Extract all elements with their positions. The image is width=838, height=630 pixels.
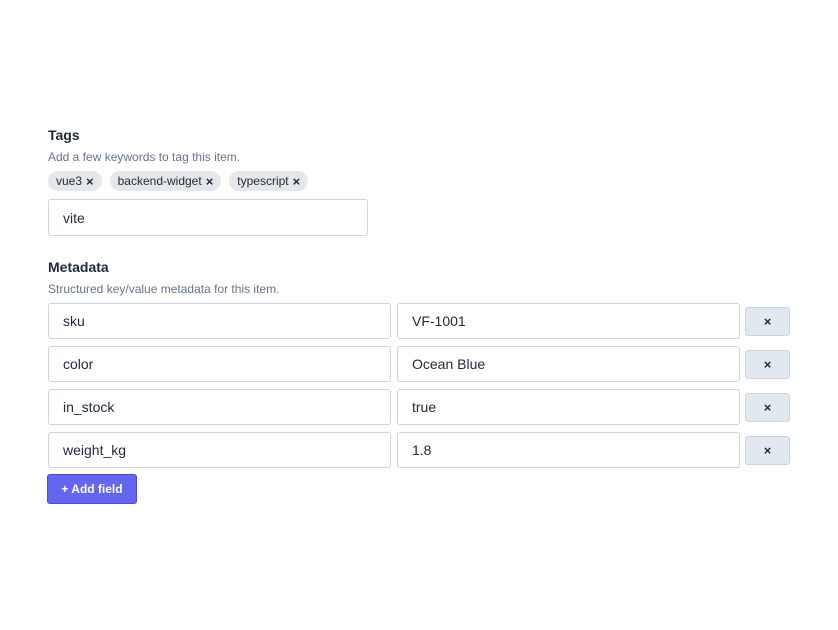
add-field-button[interactable]: + Add field: [47, 474, 137, 504]
tag-label: typescript: [237, 174, 289, 188]
tag-label: backend-widget: [117, 174, 202, 188]
metadata-row: ×: [48, 389, 792, 425]
item-form: Tags Add a few keywords to tag this item…: [47, 126, 792, 504]
tag-list: vue3 × backend-widget × typescript ×: [48, 171, 792, 191]
remove-field-button[interactable]: ×: [745, 306, 790, 336]
metadata-value-input[interactable]: [397, 432, 740, 468]
tag-chip: typescript ×: [229, 171, 309, 191]
metadata-row: ×: [48, 303, 792, 339]
metadata-title: Metadata: [48, 259, 109, 275]
remove-field-button[interactable]: ×: [745, 349, 790, 379]
metadata-key-input[interactable]: [48, 346, 391, 382]
metadata-value-input[interactable]: [397, 389, 740, 425]
tags-help-text: Add a few keywords to tag this item.: [48, 150, 241, 164]
tag-input[interactable]: [48, 199, 368, 236]
remove-field-button[interactable]: ×: [745, 392, 790, 422]
tag-chip: vue3 ×: [48, 171, 102, 191]
metadata-help-text: Structured key/value metadata for this i…: [48, 282, 280, 296]
metadata-value-input[interactable]: [397, 303, 740, 339]
metadata-key-input[interactable]: [48, 389, 391, 425]
metadata-row: ×: [48, 432, 792, 468]
tag-label: vue3: [56, 174, 83, 188]
metadata-section: Metadata Structured key/value metadata f…: [47, 258, 792, 504]
metadata-key-input[interactable]: [48, 432, 391, 468]
metadata-row: ×: [48, 346, 792, 382]
metadata-key-input[interactable]: [48, 303, 391, 339]
tag-remove-close-icon[interactable]: ×: [86, 175, 94, 188]
tag-remove-close-icon[interactable]: ×: [293, 175, 301, 188]
tags-section: Tags Add a few keywords to tag this item…: [48, 126, 792, 236]
remove-field-button[interactable]: ×: [745, 435, 790, 465]
metadata-value-input[interactable]: [397, 346, 740, 382]
tag-chip: backend-widget ×: [109, 171, 222, 191]
metadata-rows: × × × ×: [48, 303, 792, 468]
tag-remove-close-icon[interactable]: ×: [206, 175, 214, 188]
tags-title: Tags: [48, 127, 80, 143]
